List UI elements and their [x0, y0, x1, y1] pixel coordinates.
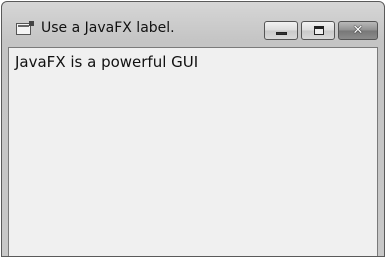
app-icon-badge	[29, 21, 34, 26]
maximize-button[interactable]	[301, 21, 335, 40]
minimize-button[interactable]	[264, 21, 298, 40]
maximize-icon	[314, 26, 324, 35]
minimize-icon	[276, 32, 287, 35]
close-button[interactable]: ✕	[338, 21, 378, 40]
javafx-label: JavaFX is a powerful GUI	[15, 53, 199, 71]
window-title: Use a JavaFX label.	[41, 20, 175, 36]
title-bar[interactable]: Use a JavaFX label. ✕	[2, 2, 384, 44]
caption-buttons: ✕	[264, 21, 378, 40]
close-icon: ✕	[352, 23, 364, 38]
app-window: Use a JavaFX label. ✕ JavaFX is a powerf…	[1, 1, 385, 257]
client-area: JavaFX is a powerful GUI	[8, 47, 378, 256]
